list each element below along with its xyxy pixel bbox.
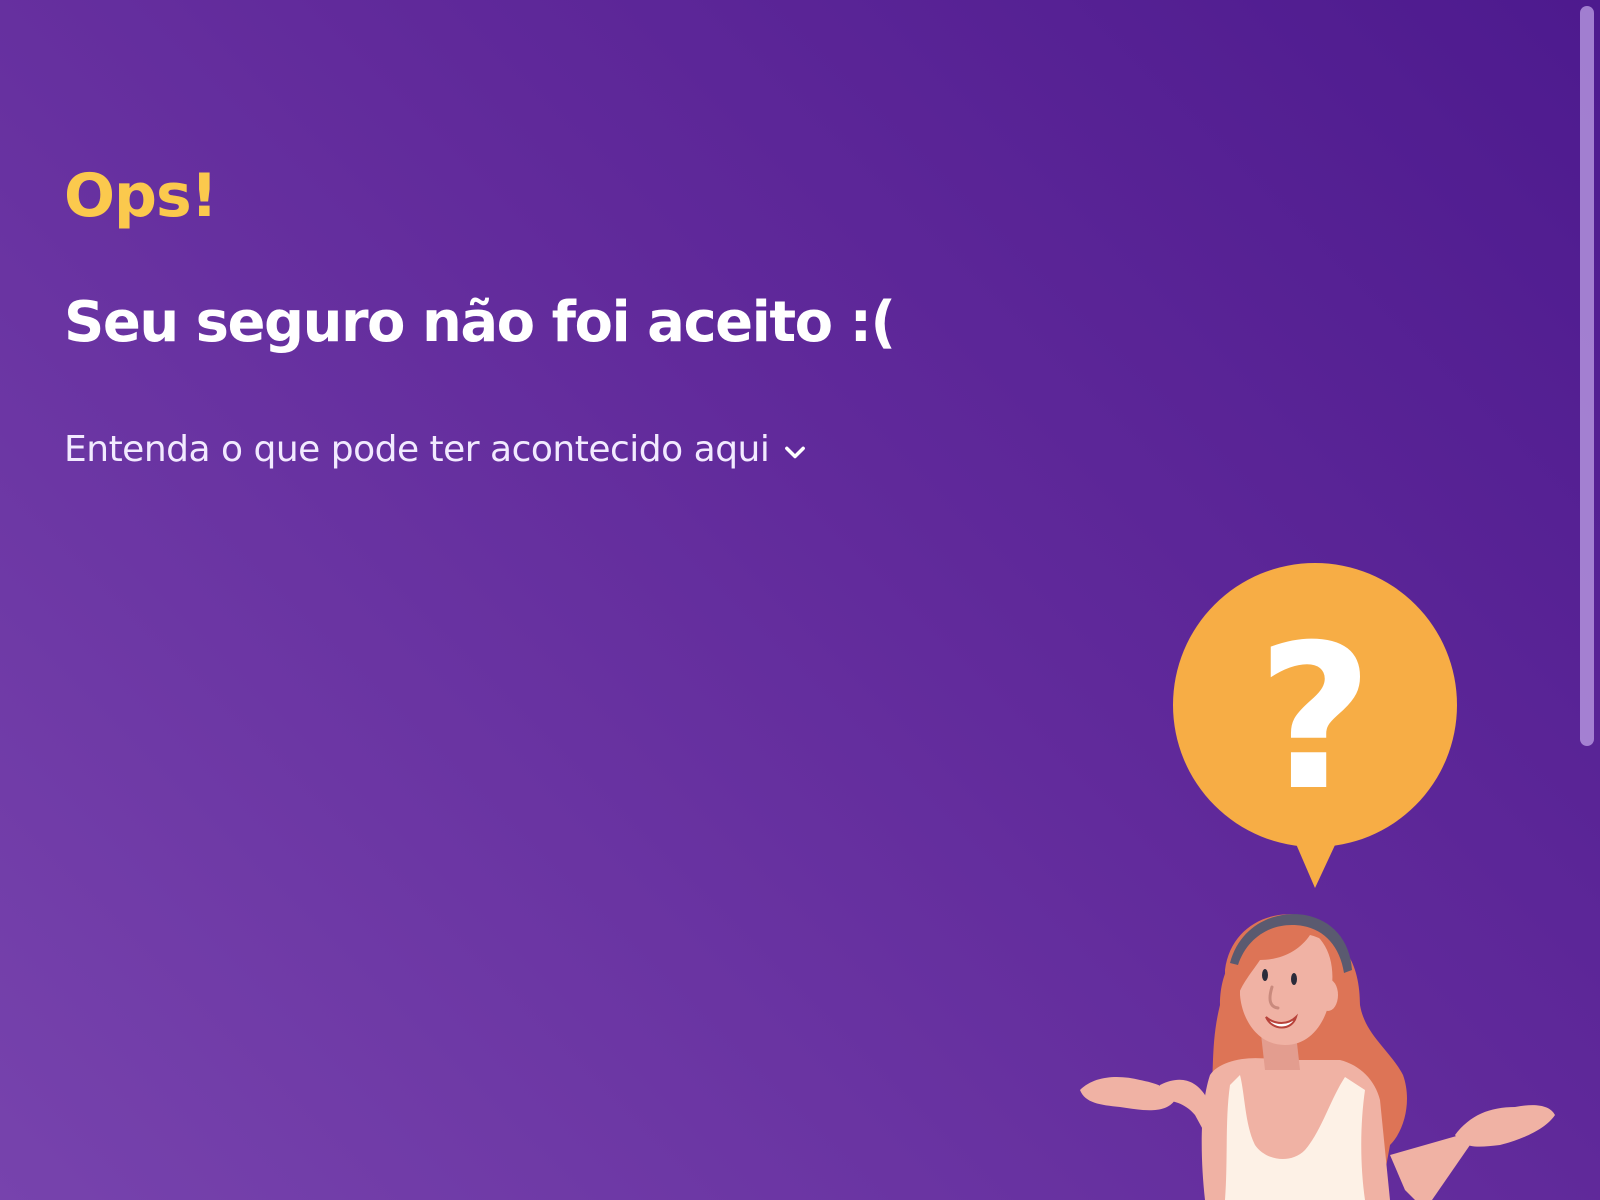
details-toggle-button[interactable]: Entenda o que pode ter acontecido aqui (64, 425, 809, 475)
page-title: Seu seguro não foi aceito :( (64, 290, 896, 355)
question-mark: ? (1257, 602, 1373, 835)
question-bubble: ? (1173, 563, 1457, 888)
error-kicker: Ops! (64, 161, 218, 231)
details-toggle-label: Entenda o que pode ter acontecido aqui (64, 429, 770, 470)
woman-figure (1080, 914, 1555, 1200)
chevron-down-icon (785, 446, 806, 459)
woman-shrugging-illustration: ? (1080, 563, 1555, 1200)
